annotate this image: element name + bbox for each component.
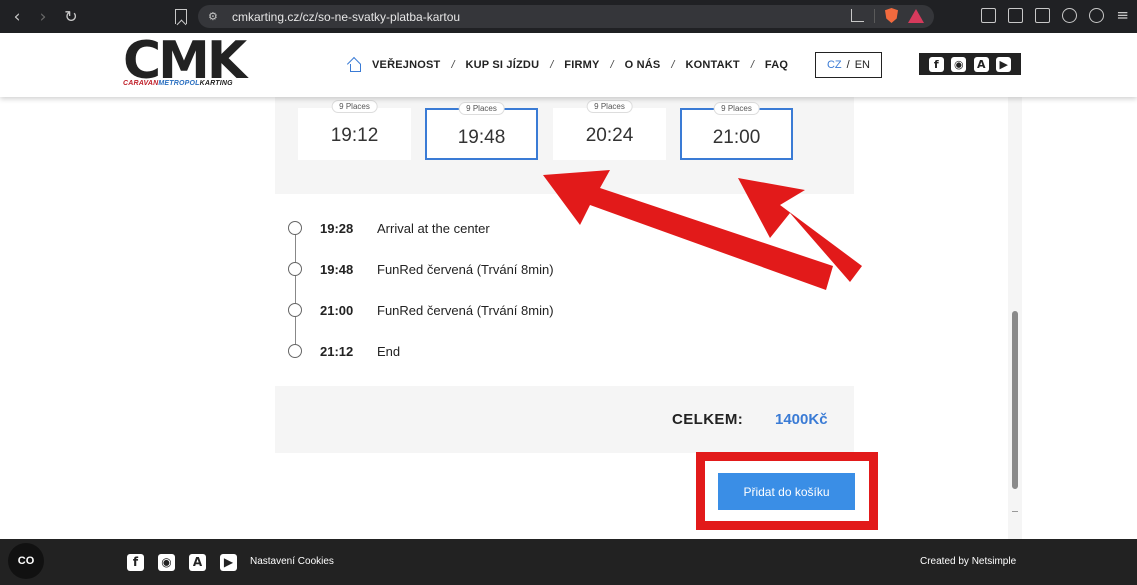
time-slot[interactable]: 9 Places 20:24 [553, 100, 666, 160]
home-icon[interactable] [347, 58, 362, 72]
lang-separator: / [846, 59, 850, 71]
nav-item-kontakt[interactable]: KONTAKT [685, 59, 739, 71]
credit-link[interactable]: Created by Netsimple [920, 556, 1016, 567]
nav-separator: / [550, 59, 554, 71]
facebook-icon[interactable]: f [127, 554, 144, 571]
total-panel [275, 386, 854, 453]
total-value: 1400Kč [775, 411, 828, 428]
timeline-dot [288, 303, 302, 317]
slot-time: 21:00 [712, 127, 761, 148]
places-badge: 9 Places [713, 102, 760, 115]
nav-separator: / [610, 59, 614, 71]
nav-separator: / [451, 59, 455, 71]
timeline-desc: Arrival at the center [377, 220, 490, 236]
places-badge: 9 Places [586, 100, 633, 113]
app-store-icon[interactable]: A [189, 554, 206, 571]
nav-separator: / [750, 59, 754, 71]
scrollbar-thumb[interactable] [1012, 311, 1018, 489]
timeline-line [295, 228, 296, 351]
time-slot-selected[interactable]: 9 Places 19:48 [425, 102, 538, 160]
vpn-icon[interactable] [1089, 8, 1105, 23]
lang-cz[interactable]: CZ [827, 59, 842, 71]
address-bar[interactable]: ⚙ cmkarting.cz/cz/so-ne-svatky-platba-ka… [198, 5, 934, 28]
slot-time: 19:12 [330, 125, 379, 146]
timeline-item: 21:00 FunRed červená (Trvání 8min) [288, 302, 554, 318]
timeline-desc: End [377, 343, 401, 359]
menu-icon[interactable]: ≡ [1116, 8, 1129, 23]
nav-item-faq[interactable]: FAQ [765, 59, 788, 71]
ai-icon[interactable] [1062, 8, 1078, 23]
scroll-marker [1012, 511, 1018, 512]
add-to-cart-button[interactable]: Přidat do košíku [718, 473, 855, 510]
footer-social-links: f ◉ A ▶ [127, 554, 237, 571]
timeline-dot [288, 262, 302, 276]
timeline-item: 21:12 End [288, 343, 400, 359]
social-links: f ◉ A ▶ [919, 53, 1021, 75]
facebook-icon[interactable]: f [928, 56, 944, 72]
back-icon[interactable]: ‹ [6, 7, 28, 27]
nav-separator: / [671, 59, 675, 71]
browser-toolbar: ‹ › ↻ ⚙ cmkarting.cz/cz/so-ne-svatky-pla… [0, 0, 1137, 33]
extension-icon[interactable] [981, 8, 997, 23]
url-text[interactable]: cmkarting.cz/cz/so-ne-svatky-platba-kart… [232, 10, 460, 24]
logo-tagline: CARAVANMETROPOLKARTING [123, 80, 233, 87]
places-badge: 9 Places [458, 102, 505, 115]
timeline-item: 19:48 FunRed červená (Trvání 8min) [288, 261, 554, 277]
brave-shield-icon[interactable] [885, 8, 898, 23]
forward-icon[interactable]: › [32, 7, 54, 27]
divider [874, 8, 875, 23]
lang-en[interactable]: EN [855, 59, 870, 71]
time-slot[interactable]: 9 Places 19:12 [298, 100, 411, 160]
app-store-icon[interactable]: A [973, 56, 989, 72]
slot-time: 19:48 [457, 127, 506, 148]
google-play-icon[interactable]: ▶ [996, 56, 1012, 72]
instagram-icon[interactable]: ◉ [158, 554, 175, 571]
timeline-desc: FunRed červená (Trvání 8min) [377, 302, 554, 318]
main-nav: VEŘEJNOST / KUP SI JÍZDU / FIRMY / O NÁS… [347, 58, 788, 72]
wallet-icon[interactable] [1035, 8, 1051, 23]
places-badge: 9 Places [331, 100, 378, 113]
timeline-time: 21:12 [320, 343, 354, 359]
time-slot-selected[interactable]: 9 Places 21:00 [680, 102, 793, 160]
timeline-dot [288, 221, 302, 235]
logo[interactable]: CMK CARAVANMETROPOLKARTING [123, 31, 298, 91]
rewards-icon[interactable] [908, 8, 924, 23]
google-play-icon[interactable]: ▶ [220, 554, 237, 571]
sidebar-icon[interactable] [1008, 8, 1024, 23]
timeline-item: 19:28 Arrival at the center [288, 220, 490, 236]
reload-icon[interactable]: ↻ [60, 7, 82, 26]
nav-item-verejnost[interactable]: VEŘEJNOST [372, 59, 440, 71]
bookmark-icon[interactable] [175, 9, 187, 24]
timeline-dot [288, 344, 302, 358]
site-header: CMK CARAVANMETROPOLKARTING VEŘEJNOST / K… [0, 31, 1137, 97]
nav-item-firmy[interactable]: FIRMY [564, 59, 599, 71]
language-switcher: CZ / EN [815, 52, 882, 78]
timeline-desc: FunRed červená (Trvání 8min) [377, 261, 554, 277]
share-icon[interactable] [851, 9, 864, 22]
instagram-icon[interactable]: ◉ [951, 56, 967, 72]
slot-time: 20:24 [585, 125, 634, 146]
timeline-time: 19:48 [320, 261, 354, 277]
nav-item-kup-si-jizdu[interactable]: KUP SI JÍZDU [466, 59, 540, 71]
site-settings-icon[interactable]: ⚙ [208, 10, 222, 23]
nav-item-o-nas[interactable]: O NÁS [625, 59, 661, 71]
total-label: CELKEM: [672, 411, 744, 428]
timeline-time: 19:28 [320, 220, 354, 236]
timeline-time: 21:00 [320, 302, 354, 318]
cookie-consent-button[interactable]: CO [8, 543, 44, 579]
cookie-settings-link[interactable]: Nastavení Cookies [250, 556, 334, 567]
